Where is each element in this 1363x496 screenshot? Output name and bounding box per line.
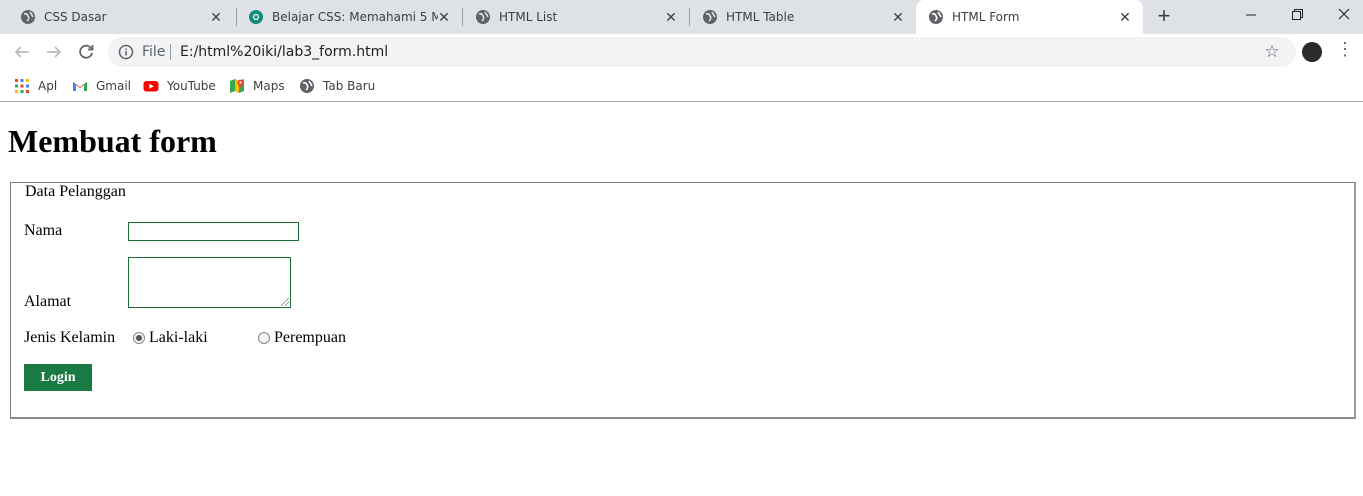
page-content: Membuat form Data Pelanggan Nama Alamat … xyxy=(0,103,1363,496)
plus-icon[interactable]: + xyxy=(1152,5,1176,29)
globe-icon xyxy=(300,79,314,93)
bookmark-label: Gmail xyxy=(96,79,132,93)
tab-title: Belajar CSS: Memahami 5 Macam xyxy=(272,10,438,24)
radio-perempuan[interactable] xyxy=(258,332,270,344)
browser-toolbar: File E:/html%20iki/lab3_form.html ☆ ⋮ xyxy=(0,34,1363,70)
minimize-icon[interactable] xyxy=(1228,0,1274,32)
radio-laki-laki[interactable] xyxy=(133,332,145,344)
nama-input[interactable] xyxy=(128,222,299,241)
bookmark-youtube[interactable]: YouTube xyxy=(143,76,216,96)
bookmark-label: YouTube xyxy=(167,79,216,93)
globe-icon xyxy=(929,10,943,24)
close-icon[interactable]: ✕ xyxy=(208,9,224,25)
alamat-label: Alamat xyxy=(24,293,72,310)
reload-icon[interactable] xyxy=(73,39,99,65)
radio-label-laki-laki: Laki-laki xyxy=(149,329,208,346)
scheme-label: File xyxy=(142,44,166,60)
close-icon[interactable]: ✕ xyxy=(663,9,679,25)
apps-grid-icon xyxy=(15,79,29,93)
globe-icon xyxy=(703,10,717,24)
tab-belajar-css[interactable]: Belajar CSS: Memahami 5 Macam ✕ xyxy=(236,0,462,34)
star-icon[interactable]: ☆ xyxy=(1262,42,1282,62)
close-icon[interactable]: ✕ xyxy=(1117,9,1133,25)
bookmark-apl[interactable]: Apl xyxy=(14,76,57,96)
tab-title: HTML Form xyxy=(952,10,1020,24)
tab-strip: CSS Dasar ✕ Belajar CSS: Memahami 5 Maca… xyxy=(0,0,1363,34)
bookmark-maps[interactable]: Maps xyxy=(229,76,285,96)
close-icon[interactable]: ✕ xyxy=(436,9,452,25)
resize-grip-icon[interactable] xyxy=(281,298,289,306)
tab-title: HTML List xyxy=(499,10,558,24)
tab-html-list[interactable]: HTML List ✕ xyxy=(463,0,689,34)
youtube-icon xyxy=(143,81,159,92)
bookmark-label: Tab Baru xyxy=(323,79,376,93)
restore-icon[interactable] xyxy=(1274,0,1320,32)
tab-title: HTML Table xyxy=(726,10,795,24)
globe-icon xyxy=(476,10,490,24)
close-icon[interactable] xyxy=(1320,0,1363,32)
back-arrow-icon[interactable] xyxy=(9,39,35,65)
tab-html-table[interactable]: HTML Table ✕ xyxy=(690,0,916,34)
gender-label: Jenis Kelamin xyxy=(24,329,116,346)
page-title: Membuat form xyxy=(8,123,217,159)
bookmarks-bar: Apl Gmail YouTube Maps Tab Baru xyxy=(0,70,1363,102)
nama-label: Nama xyxy=(24,222,63,239)
fieldset-legend: Data Pelanggan xyxy=(24,183,127,201)
forward-arrow-icon[interactable] xyxy=(41,39,67,65)
url-text[interactable]: E:/html%20iki/lab3_form.html xyxy=(180,44,388,60)
login-button[interactable]: Login xyxy=(24,364,92,391)
tab-html-form[interactable]: HTML Form ✕ xyxy=(916,0,1143,34)
tab-title: CSS Dasar xyxy=(44,10,107,24)
bookmark-tab-baru[interactable]: Tab Baru xyxy=(299,76,375,96)
alamat-textarea[interactable] xyxy=(128,257,291,308)
bookmark-gmail[interactable]: Gmail xyxy=(72,76,131,96)
address-bar[interactable]: File E:/html%20iki/lab3_form.html ☆ xyxy=(108,37,1296,67)
info-icon[interactable] xyxy=(118,44,134,60)
kebab-menu-icon[interactable]: ⋮ xyxy=(1336,38,1354,62)
tab-css-dasar[interactable]: CSS Dasar ✕ xyxy=(8,0,234,34)
close-icon[interactable]: ✕ xyxy=(890,9,906,25)
globe-icon xyxy=(21,10,35,24)
avatar[interactable] xyxy=(1302,42,1322,62)
omnibox-divider xyxy=(170,44,171,60)
bookmark-label: Maps xyxy=(253,79,285,93)
bookmark-label: Apl xyxy=(38,79,58,93)
radio-label-perempuan: Perempuan xyxy=(274,329,346,346)
maps-icon xyxy=(230,79,244,93)
petanikode-icon xyxy=(249,10,263,24)
gmail-icon xyxy=(73,82,87,91)
